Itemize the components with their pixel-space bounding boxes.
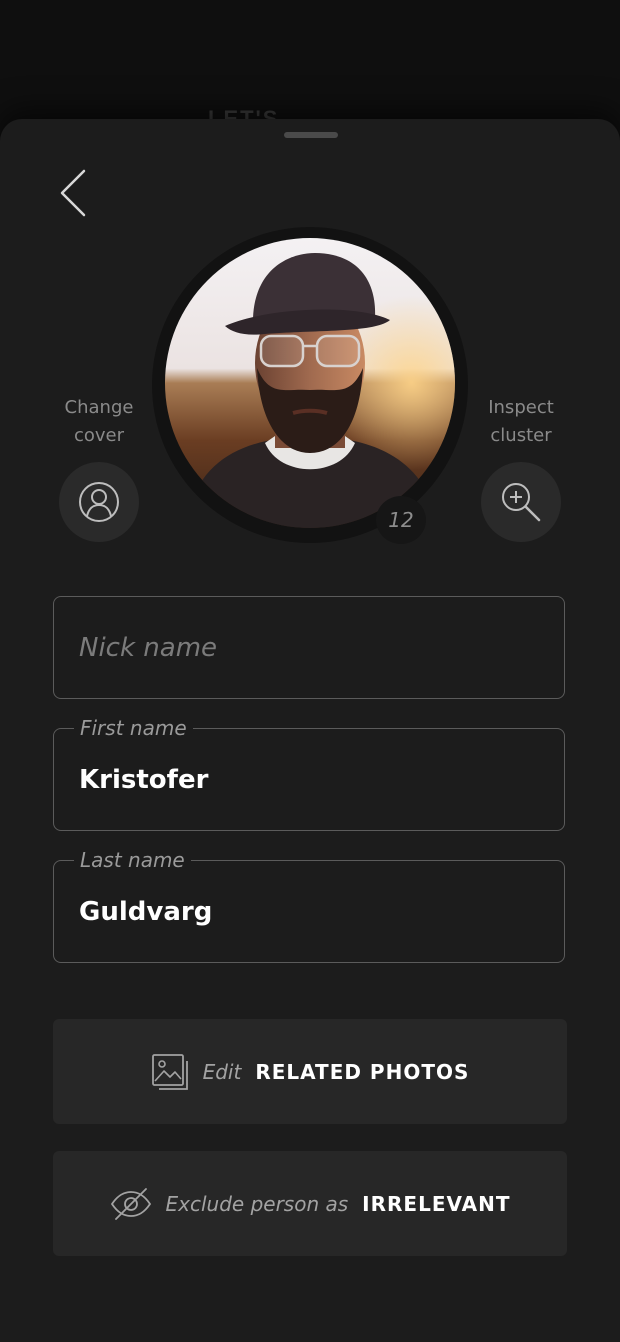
last-name-input[interactable]: [79, 861, 539, 962]
irrelevant-label: IRRELEVANT: [362, 1191, 511, 1216]
drag-handle[interactable]: [284, 132, 338, 138]
edit-related-photos-button[interactable]: Edit RELATED PHOTOS: [53, 1019, 567, 1124]
cluster-count-badge: 12: [376, 496, 426, 544]
exclude-label: Exclude person as: [165, 1191, 349, 1216]
exclude-irrelevant-button[interactable]: Exclude person as IRRELEVANT: [53, 1151, 567, 1256]
bottom-sheet: 12 Change cover Inspect cluster First na…: [0, 119, 620, 1342]
nick-name-field: [53, 596, 565, 699]
first-name-input[interactable]: [79, 729, 539, 830]
change-cover-label: Change cover: [64, 397, 134, 446]
related-photos-label: RELATED PHOTOS: [255, 1059, 470, 1084]
person-icon: [79, 482, 119, 522]
eye-slash-icon: [110, 1186, 152, 1222]
chevron-left-icon: [60, 169, 86, 217]
first-name-field: First name: [53, 715, 565, 831]
inspect-cluster-label: Inspect cluster: [488, 397, 554, 446]
photos-icon: [151, 1053, 189, 1091]
nick-name-input[interactable]: [79, 597, 539, 698]
zoom-in-icon: [502, 483, 541, 522]
last-name-field: Last name: [53, 847, 565, 963]
avatar[interactable]: [165, 238, 455, 528]
edit-label: Edit: [202, 1059, 242, 1084]
change-cover-button[interactable]: [59, 462, 139, 542]
back-button[interactable]: [52, 167, 96, 219]
inspect-cluster-button[interactable]: [481, 462, 561, 542]
